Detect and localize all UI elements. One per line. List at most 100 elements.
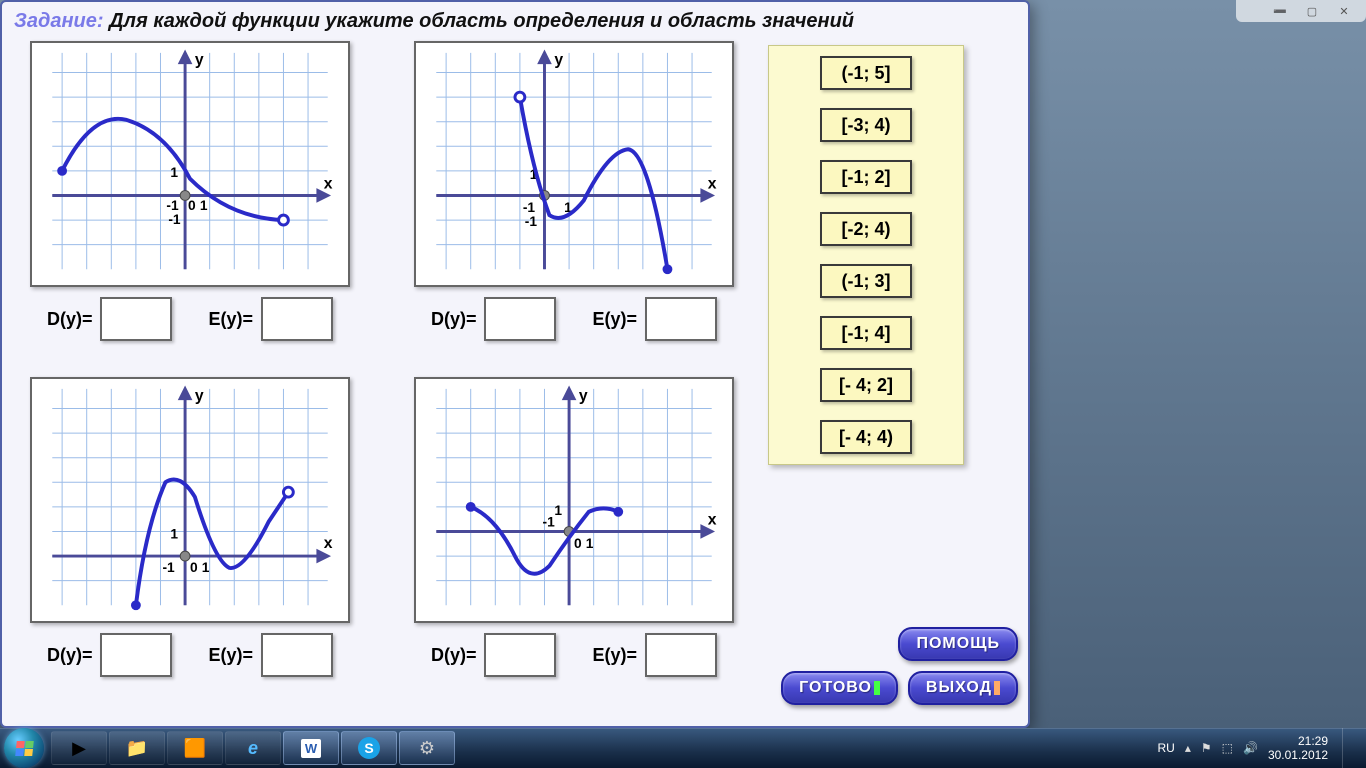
- content-area: y x -1 1 0 1 -1 D(y)=: [2, 37, 1028, 713]
- domain-slot-3[interactable]: [100, 633, 172, 677]
- option-chip[interactable]: (-1; 5]: [820, 56, 912, 90]
- graph-cell-2: y x -1 1 1 -1 D(y)= E(y)=: [394, 41, 754, 373]
- option-chip[interactable]: [- 4; 4): [820, 420, 912, 454]
- svg-text:1: 1: [170, 526, 178, 541]
- taskbar-item-media-player[interactable]: ▶: [51, 731, 107, 765]
- option-chip[interactable]: [- 4; 2]: [820, 368, 912, 402]
- windows-logo-icon: [15, 741, 34, 756]
- answer-row-3: D(y)= E(y)=: [47, 633, 333, 677]
- skype-icon: S: [358, 737, 380, 759]
- domain-label: D(y)=: [431, 645, 477, 666]
- task-prefix: Задание:: [14, 10, 104, 32]
- graph-4: y x -1 1 0 1: [414, 377, 734, 623]
- taskbar-item-app[interactable]: 🟧: [167, 731, 223, 765]
- svg-text:x: x: [708, 512, 717, 529]
- app-icon: 🟧: [184, 738, 206, 759]
- graph-1: y x -1 1 0 1 -1: [30, 41, 350, 287]
- svg-text:x: x: [324, 176, 333, 193]
- graph-3: y x -1 1 0 1: [30, 377, 350, 623]
- taskbar-item-word[interactable]: W: [283, 731, 339, 765]
- domain-label: D(y)=: [431, 309, 477, 330]
- start-button[interactable]: [4, 728, 44, 768]
- range-label: E(y)=: [592, 645, 637, 666]
- range-label: E(y)=: [208, 309, 253, 330]
- svg-text:y: y: [195, 52, 204, 69]
- svg-text:1: 1: [202, 560, 210, 575]
- close-icon[interactable]: ✕: [1330, 3, 1358, 19]
- option-chip[interactable]: [-2; 4): [820, 212, 912, 246]
- svg-text:-1: -1: [543, 515, 556, 530]
- domain-label: D(y)=: [47, 645, 93, 666]
- svg-text:y: y: [554, 52, 563, 69]
- range-slot-4[interactable]: [645, 633, 717, 677]
- options-panel: (-1; 5] [-3; 4) [-1; 2] [-2; 4) (-1; 3] …: [768, 45, 964, 465]
- domain-slot-2[interactable]: [484, 297, 556, 341]
- taskbar-item-explorer[interactable]: 📁: [109, 731, 165, 765]
- range-slot-1[interactable]: [261, 297, 333, 341]
- svg-text:x: x: [324, 535, 333, 552]
- svg-text:x: x: [708, 176, 717, 193]
- clock-date: 30.01.2012: [1268, 748, 1328, 762]
- taskbar-item-skype[interactable]: S: [341, 731, 397, 765]
- svg-text:1: 1: [200, 198, 208, 213]
- graph-cell-3: y x -1 1 0 1 D(y)= E(y)=: [10, 377, 370, 709]
- domain-slot-1[interactable]: [100, 297, 172, 341]
- maximize-icon[interactable]: ▢: [1298, 3, 1326, 19]
- help-button[interactable]: ПОМОЩЬ: [898, 627, 1018, 661]
- svg-text:1: 1: [554, 503, 562, 518]
- exit-button[interactable]: ВЫХОД: [908, 671, 1018, 705]
- svg-text:y: y: [579, 388, 588, 405]
- option-chip[interactable]: [-1; 4]: [820, 316, 912, 350]
- svg-text:y: y: [195, 388, 204, 405]
- system-tray: RU ▴ ⚑ ⬚ 🔊 21:29 30.01.2012: [1158, 728, 1363, 768]
- right-pane: (-1; 5] [-3; 4) [-1; 2] [-2; 4) (-1; 3] …: [762, 37, 1028, 713]
- graph-2: y x -1 1 1 -1: [414, 41, 734, 287]
- range-label: E(y)=: [592, 309, 637, 330]
- volume-icon[interactable]: 🔊: [1243, 741, 1258, 755]
- taskbar-item-current-app[interactable]: ⚙: [399, 731, 455, 765]
- tray-up-icon[interactable]: ▴: [1185, 741, 1191, 755]
- option-chip[interactable]: (-1; 3]: [820, 264, 912, 298]
- option-chip[interactable]: [-1; 2]: [820, 160, 912, 194]
- app-window: Задание: Для каждой функции укажите обла…: [0, 0, 1030, 728]
- answer-row-4: D(y)= E(y)=: [431, 633, 717, 677]
- answer-row-1: D(y)= E(y)=: [47, 297, 333, 341]
- flag-icon[interactable]: ⚑: [1201, 741, 1212, 755]
- option-chip[interactable]: [-3; 4): [820, 108, 912, 142]
- range-label: E(y)=: [208, 645, 253, 666]
- media-player-icon: ▶: [72, 738, 86, 759]
- action-buttons: ПОМОЩЬ ГОТОВО ВЫХОД: [781, 627, 1018, 705]
- range-slot-2[interactable]: [645, 297, 717, 341]
- domain-label: D(y)=: [47, 309, 93, 330]
- svg-text:1: 1: [586, 536, 594, 551]
- clock[interactable]: 21:29 30.01.2012: [1268, 734, 1328, 762]
- svg-text:0: 0: [574, 536, 582, 551]
- taskbar[interactable]: ▶ 📁 🟧 e W S ⚙ RU ▴ ⚑ ⬚ 🔊 21:29 30.01.201…: [0, 728, 1366, 768]
- background-window-controls: ➖ ▢ ✕: [1236, 0, 1366, 22]
- svg-text:0: 0: [188, 198, 196, 213]
- answer-row-2: D(y)= E(y)=: [431, 297, 717, 341]
- taskbar-item-ie[interactable]: e: [225, 731, 281, 765]
- network-icon[interactable]: ⬚: [1222, 741, 1233, 755]
- folder-icon: 📁: [126, 738, 148, 759]
- clock-time: 21:29: [1268, 734, 1328, 748]
- ie-icon: e: [248, 738, 258, 759]
- range-slot-3[interactable]: [261, 633, 333, 677]
- domain-slot-4[interactable]: [484, 633, 556, 677]
- graph-cell-1: y x -1 1 0 1 -1 D(y)=: [10, 41, 370, 373]
- task-text: Для каждой функции укажите область опред…: [109, 10, 854, 32]
- language-indicator[interactable]: RU: [1158, 741, 1175, 755]
- task-header: Задание: Для каждой функции укажите обла…: [2, 2, 1028, 37]
- graph-cell-4: y x -1 1 0 1 D(y)= E(y)=: [394, 377, 754, 709]
- svg-text:-1: -1: [523, 200, 536, 215]
- svg-text:1: 1: [170, 165, 178, 180]
- word-icon: W: [301, 739, 321, 758]
- minimize-icon[interactable]: ➖: [1266, 3, 1294, 19]
- svg-text:-1: -1: [162, 560, 175, 575]
- ready-button[interactable]: ГОТОВО: [781, 671, 898, 705]
- svg-text:0: 0: [190, 560, 198, 575]
- show-desktop-button[interactable]: [1342, 728, 1354, 768]
- svg-text:-1: -1: [168, 212, 181, 227]
- graphs-grid: y x -1 1 0 1 -1 D(y)=: [2, 37, 762, 713]
- svg-text:-1: -1: [166, 198, 179, 213]
